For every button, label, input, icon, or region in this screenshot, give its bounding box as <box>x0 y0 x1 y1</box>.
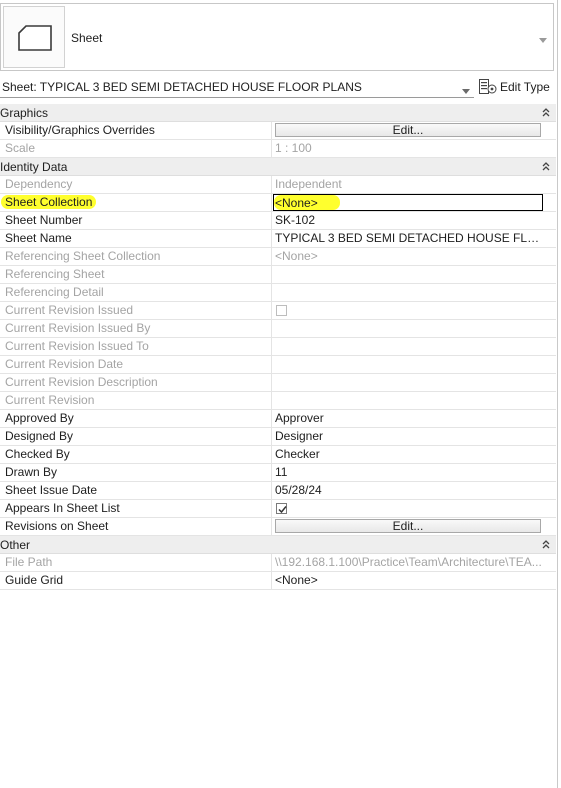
property-row: Appears In Sheet List <box>0 500 556 518</box>
property-name: Current Revision Date <box>0 356 272 373</box>
property-name: Appears In Sheet List <box>0 500 272 517</box>
appears-in-sheet-list-checkbox[interactable] <box>276 503 287 514</box>
property-name: Current Revision Description <box>0 374 272 391</box>
instance-row: Sheet: TYPICAL 3 BED SEMI DETACHED HOUSE… <box>0 76 556 98</box>
sheet-name-field[interactable]: TYPICAL 3 BED SEMI DETACHED HOUSE FLOOR … <box>273 230 543 247</box>
property-row: Approved By Approver <box>0 410 556 428</box>
property-value <box>273 266 543 283</box>
property-name: Sheet Number <box>0 212 272 229</box>
property-name: Referencing Detail <box>0 284 272 301</box>
property-value <box>273 392 543 409</box>
property-row: Visibility/Graphics Overrides Edit... <box>0 122 556 140</box>
approved-by-field[interactable]: Approver <box>273 410 543 427</box>
property-row: Scale 1 : 100 <box>0 140 556 158</box>
property-row-sheet-collection: Sheet Collection <None> <box>0 194 556 212</box>
property-row: Current Revision Issued <box>0 302 556 320</box>
property-name: Sheet Collection <box>0 194 272 211</box>
property-row: Referencing Sheet Collection <None> <box>0 248 556 266</box>
property-row: Sheet Number SK-102 <box>0 212 556 230</box>
collapse-icon[interactable] <box>542 107 550 121</box>
property-name: Revisions on Sheet <box>0 518 272 535</box>
property-value <box>273 284 543 301</box>
chevron-down-icon[interactable] <box>462 83 470 97</box>
property-row: Current Revision Issued By <box>0 320 556 338</box>
property-row: Drawn By 11 <box>0 464 556 482</box>
sheet-issue-date-field[interactable]: 05/28/24 <box>273 482 543 499</box>
group-identity-data[interactable]: Identity Data <box>0 158 556 176</box>
group-graphics[interactable]: Graphics <box>0 104 556 122</box>
edit-type-icon <box>479 79 497 94</box>
property-value <box>273 356 543 373</box>
drawn-by-field[interactable]: 11 <box>273 464 543 481</box>
property-name: Drawn By <box>0 464 272 481</box>
property-value: <None> <box>275 249 318 263</box>
property-name: Checked By <box>0 446 272 463</box>
property-row: File Path \\192.168.1.100\Practice\Team\… <box>0 554 556 572</box>
property-value <box>273 320 543 337</box>
edit-type-label: Edit Type <box>500 80 550 94</box>
group-other[interactable]: Other <box>0 536 556 554</box>
property-name: Current Revision Issued <box>0 302 272 319</box>
sheet-collection-field[interactable]: <None> <box>273 194 543 211</box>
property-name: Current Revision <box>0 392 272 409</box>
checkmark-icon <box>278 506 287 514</box>
group-title: Other <box>0 538 31 552</box>
property-name: Dependency <box>0 176 272 193</box>
edit-type-button[interactable]: Edit Type <box>479 77 553 97</box>
property-row: Current Revision <box>0 392 556 410</box>
collapse-icon[interactable] <box>542 161 550 175</box>
sheet-type-icon <box>3 6 65 68</box>
property-value <box>273 338 543 355</box>
property-row: Designed By Designer <box>0 428 556 446</box>
property-name: Scale <box>0 140 272 157</box>
property-name: Sheet Issue Date <box>0 482 272 499</box>
type-selector[interactable]: Sheet <box>0 3 554 71</box>
property-name: Current Revision Issued To <box>0 338 272 355</box>
property-name: File Path <box>0 554 272 571</box>
properties-grid: Graphics Visibility/Graphics Overrides E… <box>0 104 556 590</box>
property-value <box>273 374 543 391</box>
property-name: Sheet Name <box>0 230 272 247</box>
designed-by-field[interactable]: Designer <box>273 428 543 445</box>
group-title: Identity Data <box>0 160 68 174</box>
property-name: Referencing Sheet <box>0 266 272 283</box>
instance-filter-value: Sheet: TYPICAL 3 BED SEMI DETACHED HOUSE… <box>2 80 362 94</box>
property-row: Revisions on Sheet Edit... <box>0 518 556 536</box>
property-row: Dependency Independent <box>0 176 556 194</box>
chevron-down-icon[interactable] <box>539 32 547 46</box>
collapse-icon[interactable] <box>542 539 550 553</box>
property-name: Referencing Sheet Collection <box>0 248 272 265</box>
revisions-edit-button[interactable]: Edit... <box>275 519 541 533</box>
guide-grid-field[interactable]: <None> <box>273 572 543 589</box>
visibility-edit-button[interactable]: Edit... <box>275 123 541 137</box>
instance-filter-dropdown[interactable]: Sheet: TYPICAL 3 BED SEMI DETACHED HOUSE… <box>0 76 474 98</box>
property-row: Referencing Sheet <box>0 266 556 284</box>
property-name: Guide Grid <box>0 572 272 589</box>
property-row: Current Revision Issued To <box>0 338 556 356</box>
sheet-number-field[interactable]: SK-102 <box>273 212 543 229</box>
property-row: Referencing Detail <box>0 284 556 302</box>
property-value: Independent <box>275 177 342 191</box>
sheet-collection-value: <None> <box>275 196 318 210</box>
property-row: Sheet Name TYPICAL 3 BED SEMI DETACHED H… <box>0 230 556 248</box>
type-name: Sheet <box>71 31 103 45</box>
property-name: Approved By <box>0 410 272 427</box>
panel-right-border <box>557 0 558 788</box>
property-value: 1 : 100 <box>275 141 312 155</box>
property-name: Designed By <box>0 428 272 445</box>
property-row: Sheet Issue Date 05/28/24 <box>0 482 556 500</box>
group-title: Graphics <box>0 106 49 120</box>
property-row: Guide Grid <None> <box>0 572 556 590</box>
property-row: Current Revision Date <box>0 356 556 374</box>
property-name: Visibility/Graphics Overrides <box>0 122 272 139</box>
current-revision-issued-checkbox <box>276 305 287 316</box>
property-row: Checked By Checker <box>0 446 556 464</box>
property-value: \\192.168.1.100\Practice\Team\Architectu… <box>275 555 542 569</box>
property-name: Current Revision Issued By <box>0 320 272 337</box>
property-row: Current Revision Description <box>0 374 556 392</box>
checked-by-field[interactable]: Checker <box>273 446 543 463</box>
sheet-collection-label: Sheet Collection <box>1 195 97 209</box>
